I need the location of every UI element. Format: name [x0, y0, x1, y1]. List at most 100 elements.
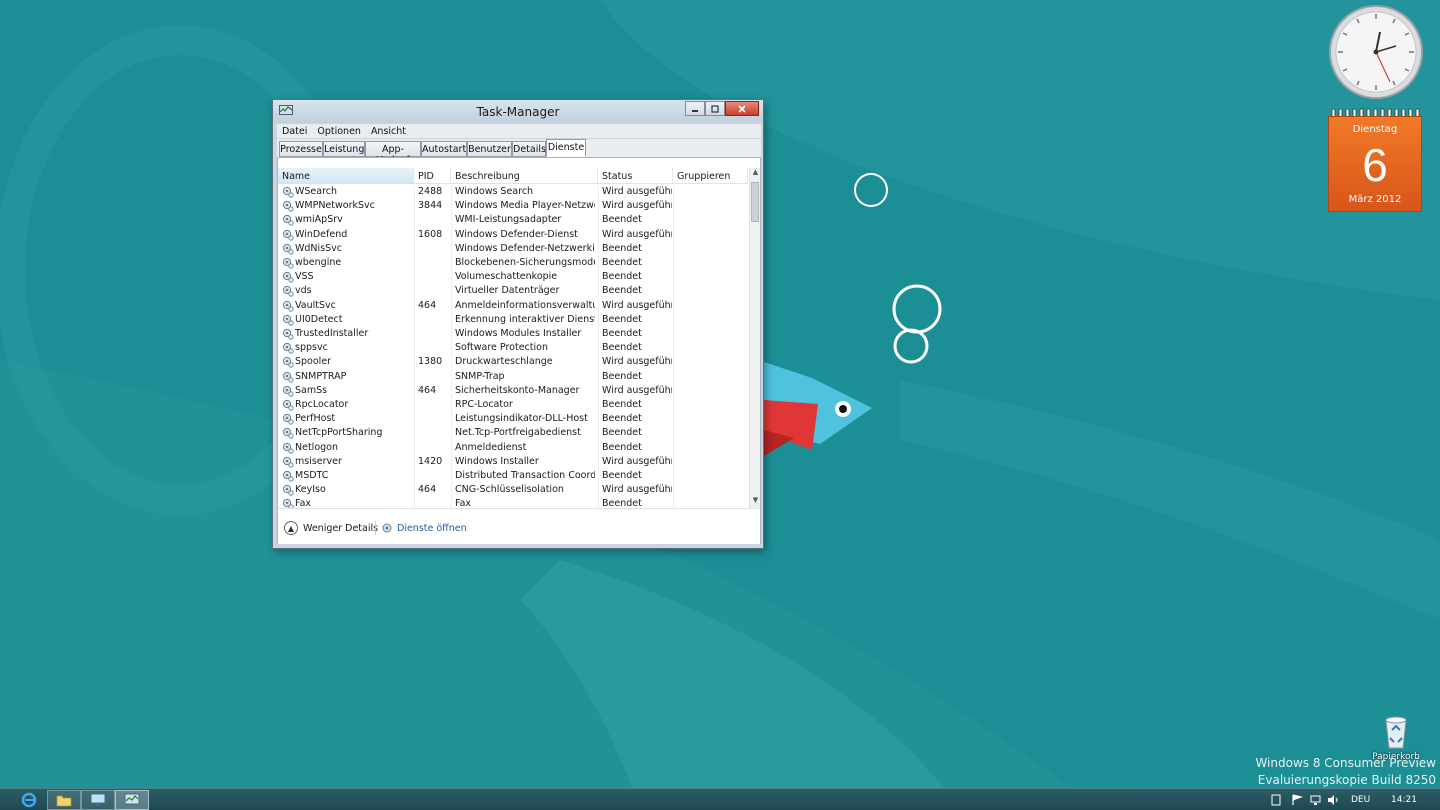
taskbar-explorer[interactable]	[47, 790, 81, 810]
table-row[interactable]: WdNisSvc Windows Defender-Netzwerkins... B…	[278, 242, 748, 256]
network-icon[interactable]	[1310, 794, 1322, 806]
tab-benutzer[interactable]: Benutzer	[467, 141, 512, 157]
table-row[interactable]: SNMPTRAP SNMP-Trap Beendet	[278, 370, 748, 384]
service-status: Beendet	[602, 242, 642, 254]
table-row[interactable]: wbengine Blockebenen-Sicherungsmodul Beend…	[278, 256, 748, 270]
table-row[interactable]: vds Virtueller Datenträger Beendet	[278, 284, 748, 298]
service-gear-icon	[282, 229, 294, 241]
service-name: TrustedInstaller	[295, 328, 369, 339]
service-name: SNMPTRAP	[295, 370, 347, 382]
table-row[interactable]: Spooler 1380 Druckwarteschlange Wird ausgef…	[278, 355, 748, 369]
column-header-name[interactable]: Name	[278, 168, 414, 184]
footer-divider	[375, 521, 376, 535]
table-row[interactable]: UI0Detect Erkennung interaktiver Dienste B…	[278, 313, 748, 327]
minimize-button[interactable]	[685, 101, 705, 116]
service-name: NetTcpPortSharing	[295, 427, 383, 439]
service-status: Beendet	[602, 285, 642, 297]
title-bar[interactable]: Task-Manager	[273, 100, 763, 123]
taskbar: DEU 14:21	[0, 788, 1440, 810]
table-row[interactable]: VSS Volumeschattenkopie Beendet	[278, 270, 748, 284]
column-header-group[interactable]: Gruppieren	[673, 168, 748, 184]
chevron-up-icon: ▲	[284, 521, 298, 535]
table-row[interactable]: WMPNetworkSvc 3844 Windows Media Player-Ne…	[278, 199, 748, 213]
taskbar-clock[interactable]: 14:21	[1391, 795, 1417, 805]
table-row[interactable]: wmiApSrv WMI-Leistungsadapter Beendet	[278, 213, 748, 227]
table-row[interactable]: VaultSvc 464 Anmeldeinformationsverwaltung…	[278, 299, 748, 313]
table-row[interactable]: TrustedInstaller Windows Modules Installe…	[278, 327, 748, 341]
column-header-pid[interactable]: PID	[414, 168, 451, 184]
table-row[interactable]: WinDefend 1608 Windows Defender-Dienst Wird…	[278, 228, 748, 242]
fewer-details-label: Weniger Details	[303, 522, 379, 534]
maximize-button[interactable]	[705, 101, 725, 116]
fewer-details-button[interactable]: ▲ Weniger Details	[284, 520, 378, 536]
service-description: Anmeldedienst	[455, 441, 527, 453]
service-name: WinDefend	[295, 228, 348, 240]
table-row[interactable]: SamSs 464 Sicherheitskonto-Manager Wird aus…	[278, 384, 748, 398]
service-description: Net.Tcp-Portfreigabedienst	[455, 427, 581, 439]
table-row[interactable]: WSearch 2488 Windows Search Wird ausgeführt	[278, 185, 748, 199]
taskbar-task-manager[interactable]	[115, 790, 149, 810]
service-status: Beendet	[602, 271, 642, 283]
maximize-icon	[711, 104, 719, 113]
service-status: Wird ausgeführt	[602, 356, 672, 368]
open-services-link[interactable]: Dienste öffnen	[381, 520, 467, 536]
notification-icon[interactable]	[1270, 794, 1282, 806]
clock-gadget[interactable]	[1328, 4, 1424, 100]
volume-icon[interactable]	[1327, 794, 1339, 806]
table-row[interactable]: sppsvc Software Protection Beendet	[278, 341, 748, 355]
recycle-bin[interactable]: Papierkorb	[1372, 712, 1420, 762]
scroll-down-arrow-icon[interactable]: ▼	[750, 496, 761, 507]
tab-leistung[interactable]: Leistung	[323, 141, 365, 157]
table-header: Name PID Beschreibung Status Gruppieren	[278, 168, 748, 184]
table-row[interactable]: Netlogon Anmeldedienst Beendet	[278, 441, 748, 455]
service-gear-icon	[282, 371, 294, 383]
tab-prozesse[interactable]: Prozesse	[279, 141, 323, 157]
calendar-weekday: Dienstag	[1352, 124, 1398, 135]
close-button[interactable]	[725, 101, 759, 116]
service-description: Sicherheitskonto-Manager	[455, 384, 580, 396]
tab-autostart[interactable]: Autostart	[421, 141, 467, 157]
taskbar-remote-desktop[interactable]	[81, 790, 115, 810]
table-row[interactable]: Fax Fax Beendet	[278, 497, 748, 508]
input-language[interactable]: DEU	[1351, 795, 1370, 805]
service-status: Beendet	[602, 470, 642, 481]
service-description: Volumeschattenkopie	[455, 271, 558, 283]
action-center-flag-icon[interactable]	[1291, 794, 1303, 806]
service-description: Distributed Transaction Coordin...	[455, 470, 595, 481]
scroll-up-arrow-icon[interactable]: ▲	[750, 168, 761, 179]
open-services-label: Dienste öffnen	[397, 522, 467, 534]
service-gear-icon	[282, 328, 294, 340]
service-description: Windows Modules Installer	[455, 328, 582, 339]
tab-dienste[interactable]: Dienste	[546, 139, 586, 157]
menu-datei[interactable]: Datei	[277, 124, 312, 138]
service-description: WMI-Leistungsadapter	[455, 214, 562, 226]
vertical-scrollbar[interactable]: ▲ ▼	[749, 168, 760, 508]
service-name: PerfHost	[295, 413, 336, 425]
column-header-description[interactable]: Beschreibung	[451, 168, 598, 184]
service-name: VSS	[295, 271, 314, 283]
scroll-thumb[interactable]	[751, 182, 759, 222]
service-gear-icon	[282, 442, 294, 454]
calendar-gadget[interactable]: Dienstag 6 März 2012	[1328, 108, 1422, 212]
service-pid: 1608	[418, 228, 443, 240]
table-row[interactable]: PerfHost Leistungsindikator-DLL-Host Beend…	[278, 412, 748, 426]
menu-optionen[interactable]: Optionen	[312, 124, 366, 138]
table-row[interactable]: NetTcpPortSharing Net.Tcp-Portfreigabedie…	[278, 426, 748, 440]
service-pid: 464	[418, 484, 437, 496]
service-name: WSearch	[295, 186, 338, 197]
service-status: Wird ausgeführt	[602, 484, 672, 496]
tab-app-verlauf[interactable]: App-Verlauf	[365, 141, 421, 166]
taskbar-internet-explorer[interactable]	[12, 790, 46, 810]
tab-details[interactable]: Details	[512, 141, 546, 157]
table-row[interactable]: msiserver 1420 Windows Installer Wird ausge…	[278, 455, 748, 469]
column-header-status[interactable]: Status	[598, 168, 673, 184]
table-row[interactable]: RpcLocator RPC-Locator Beendet	[278, 398, 748, 412]
service-pid: 1380	[418, 356, 443, 368]
table-row[interactable]: MSDTC Distributed Transaction Coordin... B…	[278, 469, 748, 483]
service-description: Windows Search	[455, 186, 534, 197]
menu-ansicht[interactable]: Ansicht	[366, 124, 411, 138]
service-description: Anmeldeinformationsverwaltung	[455, 299, 595, 311]
minimize-icon	[692, 109, 698, 112]
service-gear-icon	[282, 456, 294, 468]
table-row[interactable]: KeyIso 464 CNG-Schlüsselisolation Wird ausg…	[278, 483, 748, 497]
